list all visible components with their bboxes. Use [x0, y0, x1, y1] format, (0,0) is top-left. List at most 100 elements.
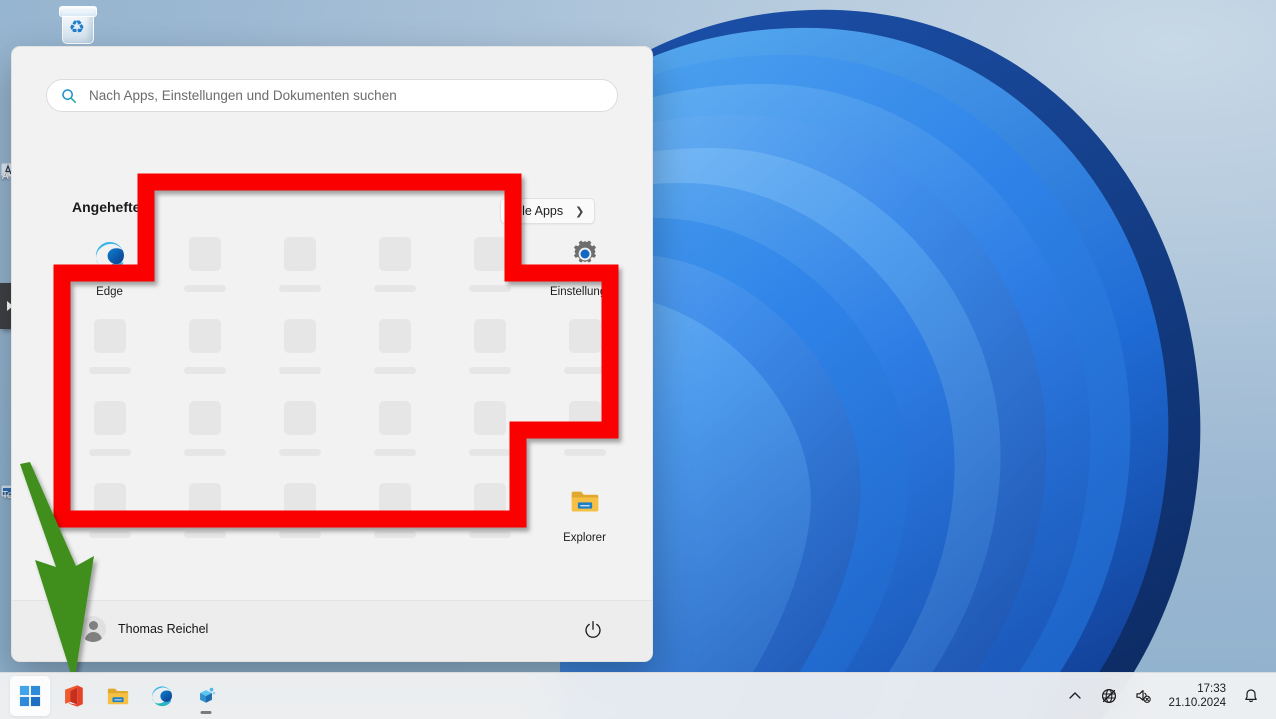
placeholder-tile-icon: [93, 319, 126, 353]
placeholder-tile-label: [88, 367, 131, 374]
placeholder-tile-label: [183, 285, 226, 292]
start-search-box[interactable]: [46, 79, 618, 112]
pinned-app-placeholder[interactable]: [442, 397, 537, 479]
show-hidden-icons-button[interactable]: [1058, 679, 1092, 713]
search-input[interactable]: [87, 87, 603, 104]
pinned-app-placeholder[interactable]: [62, 397, 157, 479]
search-icon: [61, 88, 77, 104]
placeholder-tile-label: [278, 367, 321, 374]
placeholder-tile-icon: [568, 319, 601, 353]
pinned-app-edge[interactable]: Edge: [62, 233, 157, 315]
user-account-button[interactable]: Thomas Reichel: [80, 616, 208, 642]
blue-cube-app-icon: [200, 687, 216, 703]
pinned-app-placeholder[interactable]: [157, 233, 252, 315]
desktop-icon-recycle-bin[interactable]: ♻: [20, 4, 97, 44]
office-button[interactable]: [54, 676, 94, 716]
placeholder-tile-label: [278, 531, 321, 538]
power-button[interactable]: [582, 619, 604, 641]
pinned-app-placeholder[interactable]: [442, 479, 537, 561]
pinned-app-placeholder[interactable]: [62, 315, 157, 397]
folder-icon: [537, 479, 632, 531]
all-apps-button[interactable]: Alle Apps ❯: [500, 198, 596, 224]
pinned-app-label: Edge: [96, 286, 123, 298]
windows-logo-icon: [19, 685, 41, 707]
pinned-app-placeholder[interactable]: [442, 233, 537, 315]
placeholder-tile-icon: [188, 401, 221, 435]
placeholder-tile-icon: [188, 237, 221, 271]
pinned-app-placeholder[interactable]: [252, 397, 347, 479]
system-tray[interactable]: 17:33 21.10.2024: [1058, 673, 1268, 719]
placeholder-tile-icon: [283, 401, 316, 435]
pinned-app-placeholder[interactable]: [347, 233, 442, 315]
pinned-app-placeholder[interactable]: [252, 315, 347, 397]
placeholder-tile-icon: [283, 319, 316, 353]
edge-icon: [152, 686, 173, 707]
placeholder-tile-icon: [188, 483, 221, 517]
office-icon: [65, 685, 83, 707]
pinned-app-label: Einstellungen: [549, 286, 620, 298]
network-button[interactable]: [1092, 679, 1126, 713]
file-explorer-button[interactable]: [98, 676, 138, 716]
chevron-right-icon: ❯: [575, 205, 585, 218]
placeholder-tile-icon: [283, 237, 316, 271]
pinned-app-einstellungen[interactable]: Einstellungen: [537, 233, 632, 315]
placeholder-tile-label: [563, 449, 606, 456]
pinned-apps-grid[interactable]: Edge Einstellungen Explorer: [62, 233, 632, 563]
placeholder-tile-icon: [473, 319, 506, 353]
placeholder-tile-label: [278, 285, 321, 292]
placeholder-tile-icon: [378, 401, 411, 435]
start-menu-footer: Thomas Reichel: [12, 600, 652, 661]
placeholder-tile-icon: [473, 401, 506, 435]
edge-button[interactable]: [142, 676, 182, 716]
chevron-up-icon: [1069, 692, 1082, 699]
start-button[interactable]: [10, 676, 50, 716]
placeholder-tile-icon: [378, 237, 411, 271]
user-name-label: Thomas Reichel: [118, 622, 209, 636]
clock-date: 21.10.2024: [1168, 697, 1226, 709]
placeholder-tile-icon: [93, 483, 126, 517]
power-icon: [585, 620, 601, 638]
placeholder-tile-label: [468, 531, 511, 538]
pinned-app-placeholder[interactable]: [157, 397, 252, 479]
folder-icon: [107, 688, 129, 705]
volume-button[interactable]: [1126, 679, 1160, 713]
pinned-app-placeholder[interactable]: [537, 315, 632, 397]
placeholder-tile-label: [373, 531, 416, 538]
clock-button[interactable]: 17:33 21.10.2024: [1160, 679, 1234, 713]
placeholder-tile-label: [183, 367, 226, 374]
pinned-app-placeholder[interactable]: [347, 397, 442, 479]
placeholder-tile-label: [373, 285, 416, 292]
pinned-app-placeholder[interactable]: [252, 479, 347, 561]
globe-disconnected-icon: [1102, 688, 1117, 704]
clock-time: 17:33: [1197, 683, 1226, 695]
placeholder-tile-label: [88, 449, 131, 456]
pinned-app-placeholder[interactable]: [157, 479, 252, 561]
start-menu[interactable]: Angeheftet Alle Apps ❯ Edge Einstellunge…: [11, 46, 653, 662]
pinned-app-placeholder[interactable]: [442, 315, 537, 397]
pinned-app-explorer[interactable]: Explorer: [537, 479, 632, 561]
running-indicator: [200, 711, 212, 714]
pinned-app-placeholder[interactable]: [62, 479, 157, 561]
app-button[interactable]: [186, 676, 226, 716]
placeholder-tile-icon: [93, 401, 126, 435]
pinned-section-title: Angeheftet: [72, 199, 146, 215]
placeholder-tile-label: [373, 367, 416, 374]
placeholder-tile-label: [468, 449, 511, 456]
placeholder-tile-icon: [188, 319, 221, 353]
pinned-app-placeholder[interactable]: [157, 315, 252, 397]
placeholder-tile-label: [278, 449, 321, 456]
placeholder-tile-label: [88, 531, 131, 538]
taskbar-buttons[interactable]: [10, 673, 226, 719]
pinned-app-placeholder[interactable]: [347, 479, 442, 561]
taskbar[interactable]: 17:33 21.10.2024: [0, 672, 1276, 719]
placeholder-tile-icon: [568, 401, 601, 435]
pinned-app-placeholder[interactable]: [347, 315, 442, 397]
pinned-app-placeholder[interactable]: [252, 233, 347, 315]
notifications-button[interactable]: [1234, 679, 1268, 713]
pinned-app-placeholder[interactable]: [537, 397, 632, 479]
placeholder-tile-label: [373, 449, 416, 456]
all-apps-label: Alle Apps: [511, 204, 564, 218]
placeholder-tile-icon: [378, 319, 411, 353]
placeholder-tile-icon: [473, 237, 506, 271]
placeholder-tile-icon: [283, 483, 316, 517]
